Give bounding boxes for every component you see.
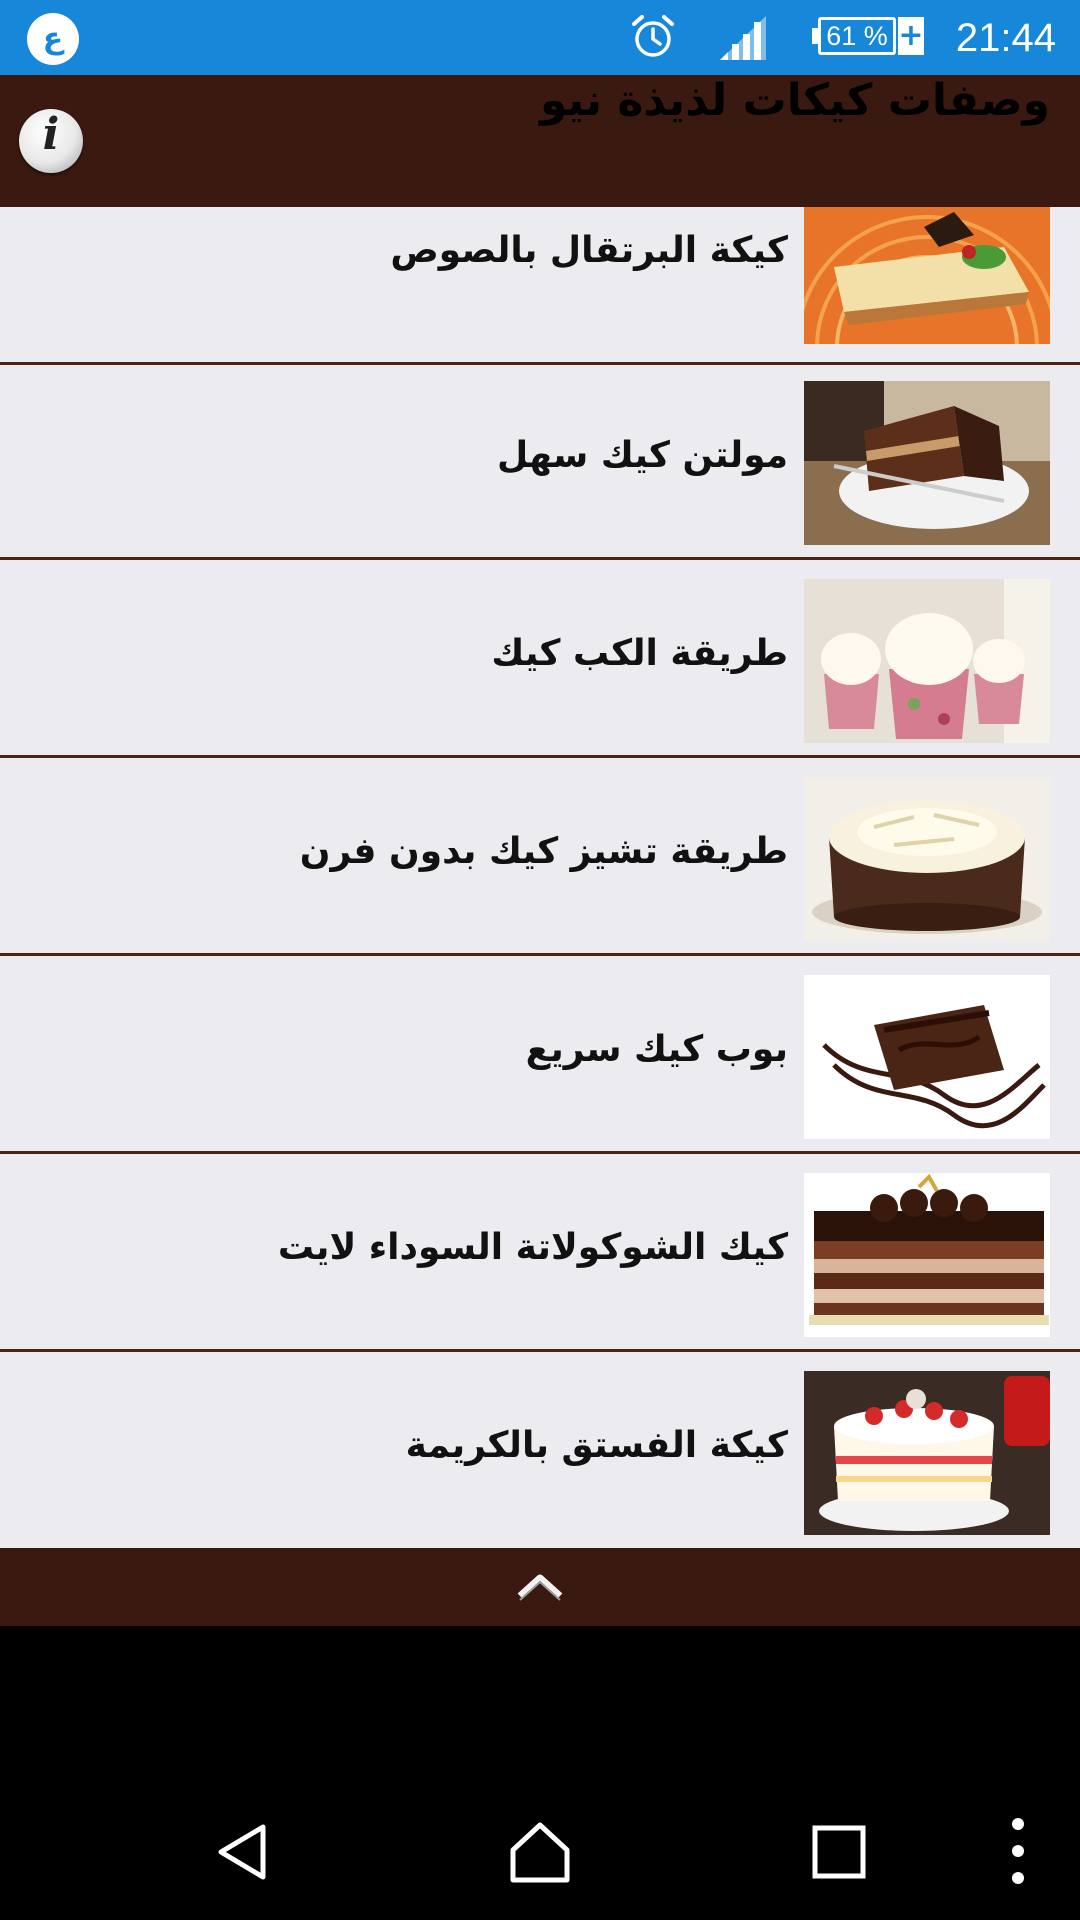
chevron-up-icon[interactable] — [515, 1566, 565, 1606]
signal-icon — [720, 16, 766, 60]
home-icon[interactable] — [507, 1820, 573, 1884]
app-bar: i وصفات كيكات لذيذة نيو — [0, 75, 1080, 207]
list-item[interactable]: مولتن كيك سهل — [0, 365, 1080, 560]
list-item[interactable]: طريقة الكب كيك — [0, 563, 1080, 758]
system-navigation-bar — [0, 1782, 1080, 1920]
list-item-title: طريقة الكب كيك — [491, 633, 788, 674]
back-icon[interactable] — [213, 1822, 273, 1882]
molten-cake-thumbnail — [804, 381, 1050, 545]
alarm-icon — [632, 15, 674, 57]
recipe-list: كيكة البرتقال بالصوص مولتن كيك سهل طريقة… — [0, 207, 1080, 1548]
info-button[interactable]: i — [19, 109, 83, 173]
list-item[interactable]: كيك الشوكولاتة السوداء لايت — [0, 1157, 1080, 1352]
battery-level: 61 % — [826, 21, 888, 51]
recents-icon[interactable] — [812, 1825, 866, 1879]
list-item-title: كيك الشوكولاتة السوداء لايت — [277, 1227, 788, 1268]
pop-cake-thumbnail — [804, 975, 1050, 1139]
list-item-title: بوب كيك سريع — [525, 1029, 788, 1070]
list-item-title: طريقة تشيز كيك بدون فرن — [299, 831, 788, 872]
status-bar: ع 61 % + 21:44 — [0, 0, 1080, 75]
overflow-menu-icon[interactable] — [1006, 1816, 1030, 1886]
dark-chocolate-cake-thumbnail — [804, 1173, 1050, 1337]
list-item[interactable]: كيكة الفستق بالكريمة — [0, 1355, 1080, 1548]
list-item-title: مولتن كيك سهل — [497, 435, 788, 476]
page-title: وصفات كيكات لذيذة نيو — [539, 75, 1050, 126]
list-item[interactable]: كيكة البرتقال بالصوص — [0, 207, 1080, 365]
scroll-to-top-bar[interactable] — [0, 1548, 1080, 1626]
orange-cake-thumbnail — [804, 207, 1050, 344]
list-item[interactable]: بوب كيك سريع — [0, 959, 1080, 1154]
list-item-title: كيكة البرتقال بالصوص — [390, 230, 788, 271]
cupcake-thumbnail — [804, 579, 1050, 743]
list-item[interactable]: طريقة تشيز كيك بدون فرن — [0, 761, 1080, 956]
list-item-title: كيكة الفستق بالكريمة — [405, 1425, 788, 1466]
battery-charging-icon: 61 % + — [812, 17, 924, 57]
cheesecake-thumbnail — [804, 777, 1050, 941]
status-time: 21:44 — [955, 16, 1056, 60]
pistachio-cream-cake-thumbnail — [804, 1371, 1050, 1535]
app-notification-icon: ع — [27, 13, 79, 65]
